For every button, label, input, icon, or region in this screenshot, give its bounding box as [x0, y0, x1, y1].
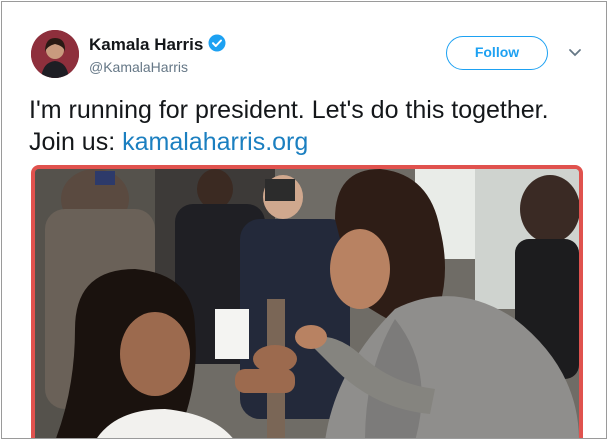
author-name[interactable]: Kamala Harris [89, 35, 203, 55]
tweet-text: I'm running for president. Let's do this… [29, 94, 589, 158]
photo-scene [35, 169, 579, 438]
author-avatar[interactable] [31, 30, 79, 78]
author-handle[interactable]: @KamalaHarris [89, 59, 188, 75]
tweet-card: Kamala Harris @KamalaHarris Follow I'm r… [1, 1, 607, 439]
avatar-image [31, 30, 79, 78]
tweet-link[interactable]: kamalaharris.org [122, 128, 308, 156]
follow-button[interactable]: Follow [446, 36, 548, 70]
chevron-down-icon[interactable] [568, 48, 582, 58]
tweet-photo[interactable] [31, 165, 583, 438]
verified-badge-icon [208, 34, 226, 52]
